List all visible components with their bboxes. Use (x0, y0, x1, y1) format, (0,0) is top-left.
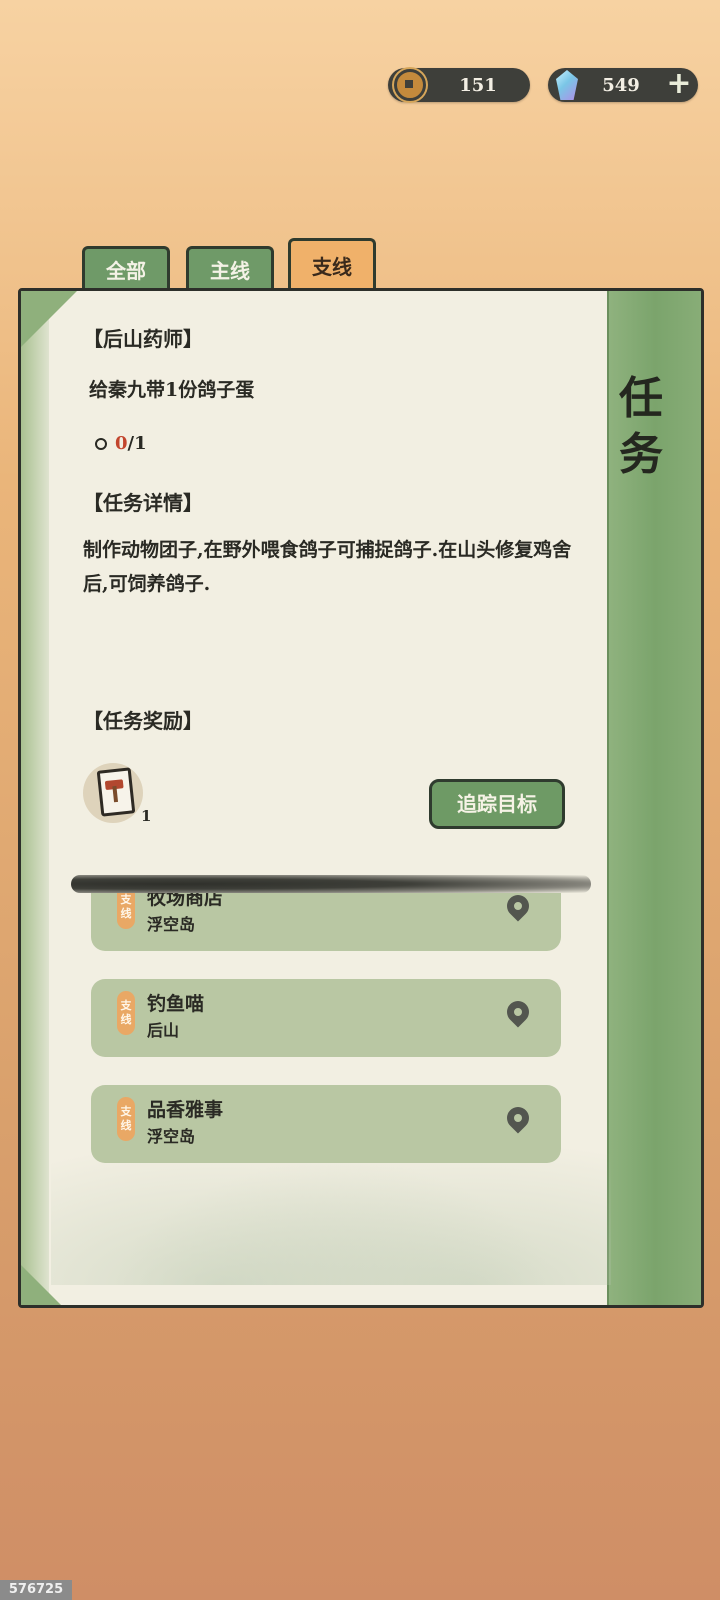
quest-location: 浮空岛 (147, 1127, 196, 1146)
tab-main[interactable]: 主线 (186, 246, 274, 292)
quest-location: 后山 (147, 1021, 180, 1040)
details-heading: 【任务详情】 (83, 491, 203, 515)
ink-divider (71, 875, 591, 893)
quest-panel: 任 务 【后山药师】 给秦九带1份鸽子蛋 0 /1 【任务详情】 制作动物团子,… (18, 288, 704, 1308)
quest-list[interactable]: 支线 牧场商店 浮空岛 支线 钓鱼喵 后山 支线 品香雅事 浮空岛 (91, 893, 585, 1185)
quest-title: 【后山药师】 (83, 327, 203, 351)
tab-side[interactable]: 支线 (288, 238, 376, 292)
quest-list-item[interactable]: 支线 品香雅事 浮空岛 (91, 1085, 561, 1163)
side-quest-badge: 支线 (117, 893, 135, 929)
copper-coin-icon (394, 69, 426, 101)
corner-id-label: 576725 (0, 1580, 72, 1600)
quest-name: 品香雅事 (147, 1099, 224, 1121)
bullet-icon (95, 437, 107, 450)
objective-progress: 0 /1 (95, 433, 147, 454)
hammer-card-icon (96, 767, 136, 817)
map-pin-icon[interactable] (502, 996, 534, 1028)
quest-list-item[interactable]: 支线 牧场商店 浮空岛 (91, 893, 561, 951)
quest-name: 牧场商店 (147, 893, 224, 909)
quest-location: 浮空岛 (147, 915, 196, 934)
scroll-left-edge (21, 291, 49, 1305)
gem-counter: 549 + (548, 68, 698, 102)
panel-title: 任 务 (619, 373, 663, 480)
gem-value: 549 (602, 74, 640, 96)
add-gems-button[interactable]: + (664, 69, 694, 100)
rewards-heading: 【任务奖励】 (83, 709, 203, 733)
side-quest-badge: 支线 (117, 1097, 135, 1141)
quest-name: 钓鱼喵 (147, 993, 205, 1015)
scroll-fold-top (21, 291, 77, 347)
crystal-gem-icon (556, 70, 578, 100)
details-text: 制作动物团子,在野外喂食鸽子可捕捉鸽子.在山头修复鸡舍后,可饲养鸽子. (83, 539, 572, 595)
reward-item[interactable]: 1 (83, 759, 151, 829)
coin-value: 151 (459, 74, 497, 96)
coin-counter: 151 (388, 68, 530, 102)
map-pin-icon[interactable] (502, 893, 534, 922)
map-pin-icon[interactable] (502, 1102, 534, 1134)
quest-objective: 给秦九带1份鸽子蛋 (89, 379, 255, 401)
tab-all[interactable]: 全部 (82, 246, 170, 292)
quest-list-item[interactable]: 支线 钓鱼喵 后山 (91, 979, 561, 1057)
side-quest-badge: 支线 (117, 991, 135, 1035)
reward-count: 1 (141, 807, 152, 825)
track-target-button[interactable]: 追踪目标 (429, 779, 565, 829)
